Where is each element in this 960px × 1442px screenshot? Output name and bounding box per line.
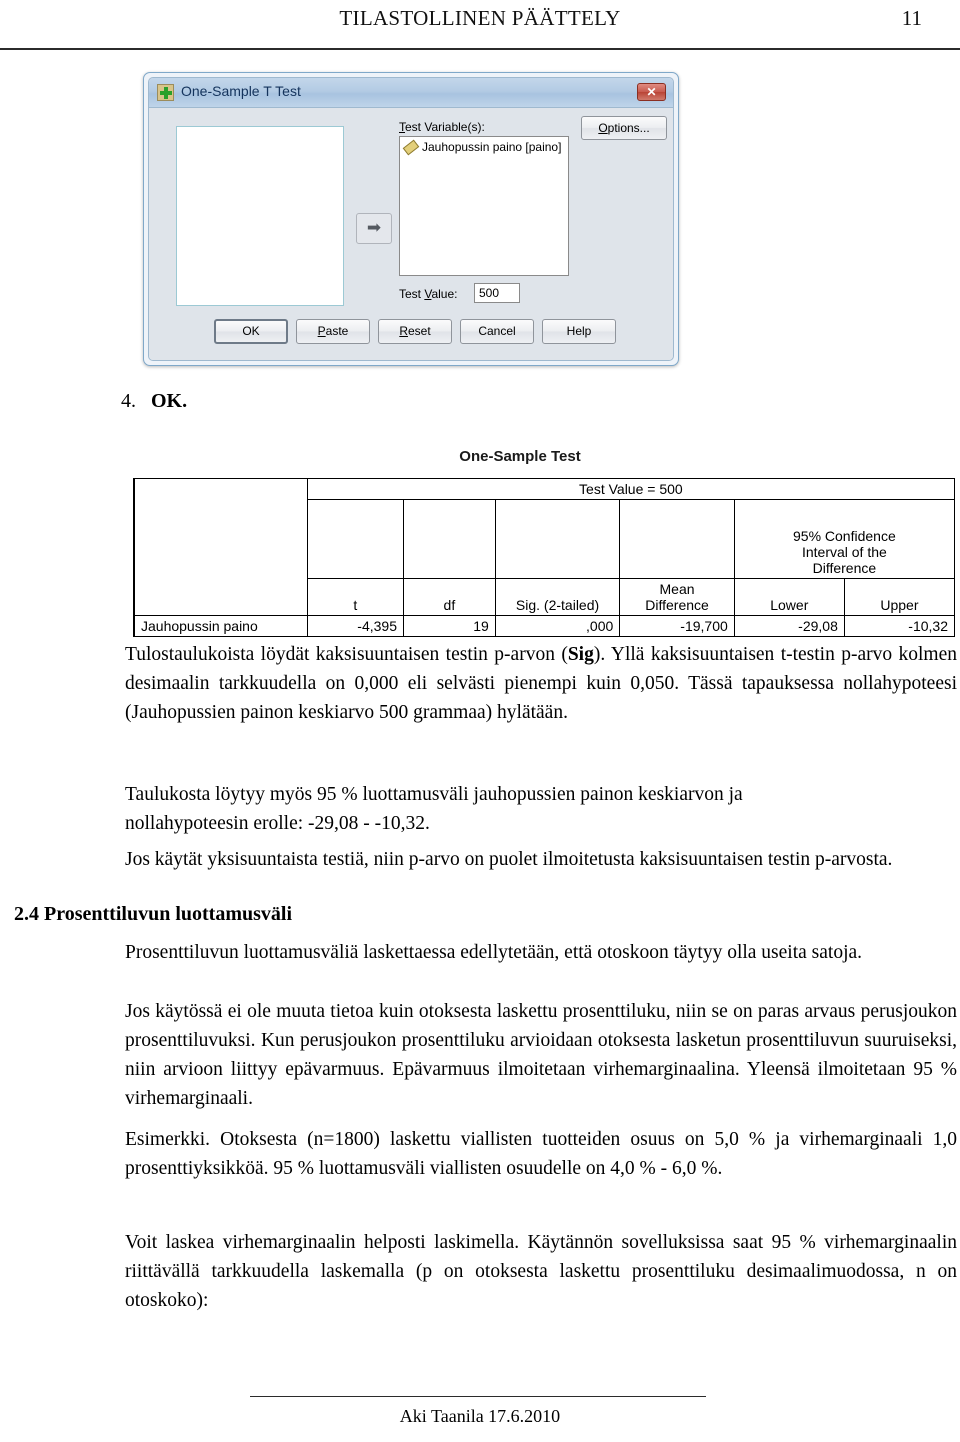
cell-sig: ,000 bbox=[494, 615, 621, 637]
test-value-header: Test Value = 500 bbox=[306, 478, 956, 500]
dialog-inner-frame: One-Sample T Test ✕ ➡ Test Variable(s): … bbox=[148, 77, 674, 361]
paragraph-p-value-explanation: Tulostaulukoista löydät kaksisuuntaisen … bbox=[125, 640, 957, 727]
col-header-mean-line2: Difference bbox=[645, 597, 709, 613]
col-header-sig: Sig. (2-tailed) bbox=[494, 578, 621, 616]
table-row: Jauhopussin paino -4,395 19 ,000 -19,700… bbox=[132, 615, 956, 637]
test-value-input[interactable] bbox=[474, 283, 520, 303]
help-button[interactable]: Help bbox=[542, 319, 616, 344]
list-item-label: Jauhopussin paino [paino] bbox=[422, 140, 562, 154]
table-corner-cell bbox=[132, 478, 308, 616]
paragraph-sample-size: Prosenttiluvun luottamusväliä laskettaes… bbox=[125, 942, 863, 963]
footer-divider bbox=[250, 1396, 706, 1397]
col-df-spacer bbox=[402, 499, 496, 579]
ci-header-line3: Difference bbox=[812, 560, 877, 576]
test-variables-label-rest: est Variable(s): bbox=[405, 120, 485, 134]
step-label: OK. bbox=[151, 390, 188, 412]
output-table-title: One-Sample Test bbox=[459, 448, 581, 465]
page-number: 11 bbox=[901, 6, 922, 30]
close-icon: ✕ bbox=[646, 85, 657, 99]
dialog-title: One-Sample T Test bbox=[181, 83, 301, 99]
col-t-spacer bbox=[306, 499, 404, 579]
row-label: Jauhopussin paino bbox=[132, 615, 308, 637]
col-header-upper: Upper bbox=[843, 578, 956, 616]
options-mnemonic: O bbox=[598, 121, 608, 135]
ci-header-line2: Interval of the bbox=[801, 544, 887, 560]
cell-upper: -10,32 bbox=[843, 615, 956, 637]
reset-mnemonic: R bbox=[399, 324, 408, 338]
col-header-t: t bbox=[306, 578, 404, 616]
section-heading-2-4: 2.4 Prosenttiluvun luottamusväli bbox=[14, 903, 292, 925]
test-value-label-pre: Test bbox=[399, 287, 425, 301]
cell-df: 19 bbox=[402, 615, 496, 637]
step-number: 4. bbox=[121, 390, 136, 412]
scale-measure-icon bbox=[402, 139, 420, 156]
spss-dialog-icon bbox=[157, 84, 174, 101]
footer-text: Aki Taanila 17.6.2010 bbox=[399, 1406, 561, 1426]
paragraph-example: Esimerkki. Otoksesta (n=1800) laskettu v… bbox=[125, 1129, 957, 1179]
step-4-instruction: 4. OK. bbox=[121, 390, 187, 413]
reset-label-rest: eset bbox=[407, 324, 431, 338]
options-button[interactable]: Options... bbox=[581, 116, 667, 140]
col-header-lower: Lower bbox=[733, 578, 845, 616]
ci-header: 95% Confidence Interval of the Differenc… bbox=[733, 499, 956, 579]
test-variables-label: Test Variable(s): bbox=[399, 120, 485, 134]
cell-mean-difference: -19,700 bbox=[619, 615, 735, 637]
paste-mnemonic: P bbox=[317, 324, 326, 338]
cancel-button[interactable]: Cancel bbox=[460, 319, 534, 344]
col-sig-spacer bbox=[494, 499, 621, 579]
list-item[interactable]: Jauhopussin paino [paino] bbox=[402, 139, 562, 156]
col-mean-spacer bbox=[619, 499, 735, 579]
move-variable-button[interactable]: ➡ bbox=[356, 213, 392, 244]
paragraph-confidence-interval: Taulukosta löytyy myös 95 % luottamusväl… bbox=[125, 784, 743, 834]
paragraph-margin-of-error: Jos käytössä ei ole muuta tietoa kuin ot… bbox=[125, 1001, 957, 1109]
one-sample-t-test-dialog: One-Sample T Test ✕ ➡ Test Variable(s): … bbox=[143, 72, 679, 366]
test-value-label-post: alue: bbox=[431, 287, 458, 301]
paragraph-one-tailed: Jos käytät yksisuuntaista testiä, niin p… bbox=[125, 849, 893, 870]
paste-label-rest: aste bbox=[325, 324, 349, 338]
col-header-mean-difference: Mean Difference bbox=[619, 578, 735, 616]
cell-lower: -29,08 bbox=[733, 615, 845, 637]
dialog-body: ➡ Test Variable(s): Jauhopussin paino [p… bbox=[149, 108, 673, 360]
header-divider bbox=[0, 48, 960, 50]
col-header-mean-line1: Mean bbox=[659, 581, 695, 597]
table-row-group-header: Test Value = 500 bbox=[132, 478, 956, 616]
close-button[interactable]: ✕ bbox=[637, 83, 666, 101]
p1-part1: Tulostaulukoista löydät kaksisuuntaisen … bbox=[125, 644, 568, 665]
test-value-label: Test Value: bbox=[399, 287, 458, 301]
page-header: TILASTOLLINEN PÄÄTTELY 11 bbox=[0, 0, 960, 56]
col-header-df: df bbox=[402, 578, 496, 616]
ok-button[interactable]: OK bbox=[214, 319, 288, 344]
ci-header-line1: 95% Confidence bbox=[793, 528, 896, 544]
reset-button[interactable]: Reset bbox=[378, 319, 452, 344]
one-sample-test-table: Test Value = 500 95% Confidence Interval… bbox=[132, 478, 956, 637]
dialog-titlebar: One-Sample T Test ✕ bbox=[149, 78, 673, 108]
test-variables-list[interactable]: Jauhopussin paino [paino] bbox=[399, 136, 569, 276]
paste-button[interactable]: Paste bbox=[296, 319, 370, 344]
page-title: TILASTOLLINEN PÄÄTTELY bbox=[339, 6, 621, 30]
arrow-right-icon: ➡ bbox=[366, 218, 382, 238]
paragraph-calculation: Voit laskea virhemarginaalin helposti la… bbox=[125, 1232, 957, 1311]
cell-t: -4,395 bbox=[306, 615, 404, 637]
source-variables-list[interactable] bbox=[176, 126, 344, 306]
p1-bold-sig: Sig bbox=[567, 644, 594, 665]
options-label-rest: ptions... bbox=[607, 121, 650, 135]
